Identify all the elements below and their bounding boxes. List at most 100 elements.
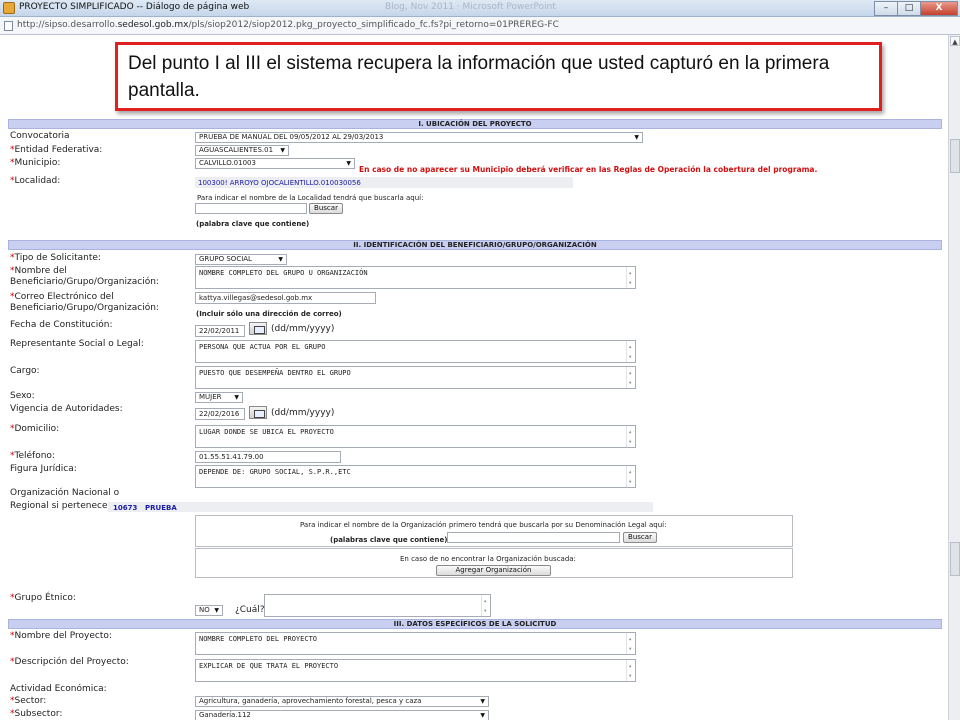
- app-icon: [3, 2, 15, 14]
- textarea-scrollbar[interactable]: [626, 267, 635, 288]
- organizacion-search-input[interactable]: [447, 532, 620, 543]
- localidad-value: 100300! ARROYO OJOCALIENTILLO.010030056: [198, 179, 361, 187]
- sexo-select[interactable]: MUJER ▼: [195, 392, 243, 403]
- descripcion-textarea[interactable]: EXPLICAR DE QUE TRATA EL PROYECTO: [195, 659, 636, 682]
- cargo-textarea[interactable]: PUESTO QUE DESEMPEÑA DENTRO EL GRUPO: [195, 366, 636, 389]
- nombre-beneficiario-label-line1: *Nombre del: [10, 266, 67, 276]
- nombre-proyecto-textarea[interactable]: NOMBRE COMPLETO DEL PROYECTO: [195, 632, 636, 655]
- nombre-beneficiario-label-line2: Beneficiario/Grupo/Organización:: [10, 277, 159, 287]
- figura-juridica-textarea[interactable]: DEPENDE DE: GRUPO SOCIAL, S.P.R.,ETC: [195, 465, 636, 488]
- scroll-up-icon[interactable]: ▲: [950, 36, 960, 46]
- textarea-scrollbar[interactable]: [626, 660, 635, 681]
- page-icon: [4, 21, 13, 31]
- grupo-etnico-cual-label: ¿Cuál?: [235, 605, 265, 615]
- address-bar: http://sipso.desarrollo.sedesol.gob.mx/p…: [0, 17, 960, 35]
- textarea-scrollbar[interactable]: [626, 426, 635, 447]
- tipo-solicitante-label: *Tipo de Solicitante:: [10, 253, 101, 263]
- localidad-label: *Localidad:: [10, 176, 61, 186]
- fecha-constitucion-input[interactable]: 22/02/2011: [195, 325, 245, 337]
- sector-label: *Sector:: [10, 696, 47, 706]
- grupo-etnico-select[interactable]: NO ▼: [195, 605, 223, 616]
- chevron-down-icon: ▼: [280, 147, 285, 154]
- window-titlebar: PROYECTO SIMPLIFICADO -- Diálogo de pági…: [0, 0, 960, 17]
- organizacion-search-button[interactable]: Buscar: [623, 532, 657, 543]
- calendar-icon[interactable]: [249, 406, 267, 419]
- organizacion-name: PRUEBA: [145, 504, 177, 512]
- fecha-constitucion-label: Fecha de Constitución:: [10, 320, 113, 330]
- chevron-down-icon: ▼: [634, 134, 639, 141]
- maximize-button[interactable]: □: [897, 1, 921, 16]
- nombre-proyecto-label: *Nombre del Proyecto:: [10, 631, 112, 641]
- organizacion-code: 10673: [113, 504, 138, 512]
- section-header-datos-especificos: III. DATOS ESPECÍFICOS DE LA SOLICITUD: [8, 619, 942, 629]
- organizacion-value-bar: [108, 502, 653, 512]
- sexo-label: Sexo:: [10, 391, 35, 401]
- page-scrollbar[interactable]: ▲: [948, 35, 960, 720]
- form-content: I. UBICACIÓN DEL PROYECTO Convocatoria P…: [0, 35, 948, 720]
- chevron-down-icon: ▼: [278, 256, 283, 263]
- organizacion-keyword-note: (palabras clave que contiene): [330, 536, 448, 544]
- minimize-button[interactable]: –: [874, 1, 898, 16]
- textarea-scrollbar[interactable]: [626, 367, 635, 388]
- entidad-select[interactable]: AGUASCALIENTES.01 ▼: [195, 145, 289, 156]
- vigencia-label: Vigencia de Autoridades:: [10, 404, 123, 414]
- telefono-input[interactable]: 01.55.51.41.79.00: [195, 451, 341, 463]
- convocatoria-label: Convocatoria: [10, 131, 70, 141]
- organizacion-search-hint: Para indicar el nombre de la Organizació…: [300, 521, 667, 529]
- figura-juridica-label: Figura Jurídica:: [10, 464, 77, 474]
- organizacion-label-line1: Organización Nacional o: [10, 488, 120, 498]
- scrollbar-thumb-secondary[interactable]: [950, 542, 960, 576]
- chevron-down-icon: ▼: [346, 160, 351, 167]
- organizacion-not-found: En caso de no encontrar la Organización …: [400, 555, 576, 563]
- subsector-select[interactable]: Ganadería.112 ▼: [195, 710, 489, 720]
- vigencia-input[interactable]: 22/02/2016: [195, 408, 245, 420]
- municipio-warning: En caso de no aparecer su Municipio debe…: [359, 165, 818, 174]
- organizacion-label-line2: Regional si pertenece:: [10, 501, 111, 511]
- agregar-organizacion-button[interactable]: Agregar Organización: [436, 565, 551, 576]
- textarea-scrollbar[interactable]: [626, 466, 635, 487]
- tipo-solicitante-select[interactable]: GRUPO SOCIAL ▼: [195, 254, 287, 265]
- correo-label-line2: Beneficiario/Grupo/Organización:: [10, 303, 159, 313]
- grupo-etnico-cual-textarea[interactable]: [264, 594, 491, 617]
- close-button[interactable]: X: [920, 1, 958, 16]
- localidad-keyword-note: (palabra clave que contiene): [196, 220, 310, 228]
- convocatoria-select[interactable]: PRUEBA DE MANUAL DEL 09/05/2012 AL 29/03…: [195, 132, 643, 143]
- grupo-etnico-label: *Grupo Étnico:: [10, 593, 76, 603]
- correo-input[interactable]: kattya.villegas@sedesol.gob.mx: [195, 292, 376, 304]
- domicilio-textarea[interactable]: LUGAR DONDE SE UBICA EL PROYECTO: [195, 425, 636, 448]
- textarea-scrollbar[interactable]: [626, 341, 635, 362]
- subsector-label: *Subsector:: [10, 709, 63, 719]
- calendar-icon[interactable]: [249, 322, 267, 335]
- descripcion-label: *Descripción del Proyecto:: [10, 657, 129, 667]
- correo-note: (Incluir sólo una dirección de correo): [196, 310, 342, 318]
- domicilio-label: *Domicilio:: [10, 424, 60, 434]
- municipio-label: *Municipio:: [10, 158, 61, 168]
- chevron-down-icon: ▼: [480, 712, 485, 719]
- nombre-beneficiario-textarea[interactable]: NOMBRE COMPLETO DEL GRUPO U ORGANIZACIÓN: [195, 266, 636, 289]
- window-title: PROYECTO SIMPLIFICADO -- Diálogo de pági…: [19, 2, 250, 12]
- sector-select[interactable]: Agricultura, ganadería, aprovechamiento …: [195, 696, 489, 707]
- chevron-down-icon: ▼: [214, 607, 219, 614]
- chevron-down-icon: ▼: [480, 698, 485, 705]
- localidad-hint: Para indicar el nombre de la Localidad t…: [197, 194, 424, 202]
- cargo-label: Cargo:: [10, 366, 40, 376]
- section-header-beneficiario: II. IDENTIFICACIÓN DEL BENEFICIARIO/GRUP…: [8, 240, 942, 250]
- annotation-callout: Del punto I al III el sistema recupera l…: [115, 42, 882, 111]
- scrollbar-thumb[interactable]: [950, 139, 960, 173]
- municipio-select[interactable]: CALVILLO.01003 ▼: [195, 158, 355, 169]
- fecha-constitucion-format: (dd/mm/yyyy): [271, 324, 335, 334]
- representante-label: Representante Social o Legal:: [10, 339, 144, 349]
- chevron-down-icon: ▼: [234, 394, 239, 401]
- textarea-scrollbar[interactable]: [626, 633, 635, 654]
- representante-textarea[interactable]: PERSONA QUE ACTUA POR EL GRUPO: [195, 340, 636, 363]
- actividad-label: Actividad Económica:: [10, 684, 107, 694]
- localidad-search-input[interactable]: [195, 203, 307, 214]
- background-window-title: Blog, Nov 2011 · Microsoft PowerPoint: [385, 2, 556, 12]
- correo-label-line1: *Correo Electrónico del: [10, 292, 114, 302]
- vigencia-format: (dd/mm/yyyy): [271, 408, 335, 418]
- textarea-scrollbar[interactable]: [481, 595, 490, 616]
- annotation-text: Del punto I al III el sistema recupera l…: [128, 53, 830, 101]
- entidad-label: *Entidad Federativa:: [10, 145, 103, 155]
- localidad-search-button[interactable]: Buscar: [309, 203, 343, 214]
- address-url: http://sipso.desarrollo.sedesol.gob.mx/p…: [17, 20, 559, 30]
